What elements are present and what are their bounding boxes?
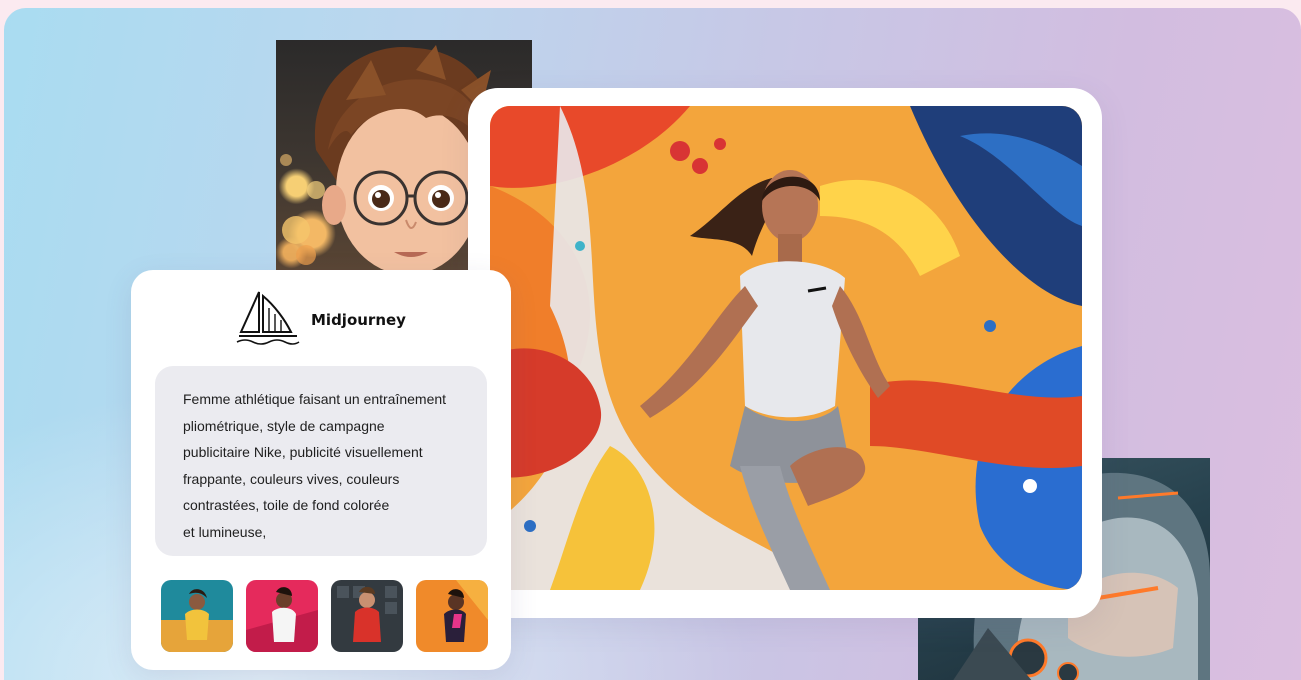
thumbnail-athlete-dark-red[interactable] xyxy=(331,580,403,652)
prompt-box: Femme athlétique faisant un entraînement… xyxy=(155,366,487,556)
main-image-card xyxy=(468,88,1102,618)
sailboat-logo-icon xyxy=(235,288,301,346)
thumbnail-athlete-orange[interactable] xyxy=(416,580,488,652)
thumbnail-strip xyxy=(161,580,488,652)
athlete-main-image xyxy=(490,106,1082,590)
hero-stage: Midjourney Femme athlétique faisant un e… xyxy=(4,8,1301,680)
prompt-card: Midjourney Femme athlétique faisant un e… xyxy=(131,270,511,670)
prompt-text: Femme athlétique faisant un entraînement… xyxy=(183,391,447,540)
brand-name: Midjourney xyxy=(311,311,406,329)
thumbnail-athlete-teal[interactable] xyxy=(161,580,233,652)
brand-header: Midjourney xyxy=(235,288,406,346)
thumbnail-athlete-pink[interactable] xyxy=(246,580,318,652)
